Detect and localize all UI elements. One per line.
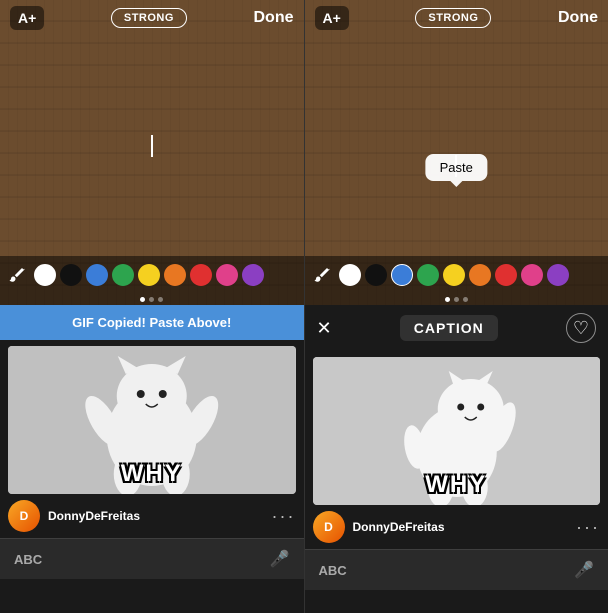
caption-bar: ✕ CAPTION ♡ — [305, 305, 608, 351]
left-gif-image: WHY — [8, 346, 296, 494]
right-color-orange[interactable] — [469, 264, 491, 286]
left-color-blue[interactable] — [86, 264, 108, 286]
left-topbar: A+ STRONG Done — [0, 0, 304, 36]
left-text-size-button[interactable]: A+ — [10, 6, 44, 30]
left-text-cursor — [151, 135, 153, 157]
paste-tooltip-text: Paste — [440, 160, 473, 175]
left-color-black[interactable] — [60, 264, 82, 286]
left-color-palette — [0, 256, 304, 294]
left-color-purple[interactable] — [242, 264, 264, 286]
left-color-yellow[interactable] — [138, 264, 160, 286]
left-color-white[interactable] — [34, 264, 56, 286]
left-canvas[interactable] — [0, 36, 304, 256]
right-indicator-2 — [454, 297, 459, 302]
left-color-pink[interactable] — [216, 264, 238, 286]
right-color-black[interactable] — [365, 264, 387, 286]
right-indicator-3 — [463, 297, 468, 302]
left-abc-label: ABC — [14, 552, 42, 567]
left-bottom-section: GIF Copied! Paste Above! — [0, 305, 304, 613]
right-cat-image: WHY — [313, 357, 601, 505]
right-color-green[interactable] — [417, 264, 439, 286]
right-color-pink[interactable] — [521, 264, 543, 286]
heart-button[interactable]: ♡ — [566, 313, 596, 343]
left-done-button[interactable]: Done — [253, 9, 293, 27]
right-why-text: WHY — [425, 471, 487, 499]
left-text-size-icon: A+ — [18, 10, 36, 26]
right-abc-label: ABC — [319, 563, 347, 578]
right-palette-indicators — [305, 294, 608, 305]
right-user-row: D DonnyDeFreitas ··· — [305, 505, 608, 549]
right-gif-container: WHY — [305, 351, 608, 505]
right-panel: A+ STRONG Done Paste — [305, 0, 608, 613]
right-brush-icon[interactable] — [311, 264, 333, 286]
left-color-green[interactable] — [112, 264, 134, 286]
right-color-blue[interactable] — [391, 264, 413, 286]
right-color-purple[interactable] — [547, 264, 569, 286]
left-user-info: D DonnyDeFreitas — [8, 500, 140, 532]
right-style-button[interactable]: STRONG — [415, 8, 491, 28]
caption-label[interactable]: CAPTION — [400, 315, 498, 341]
right-avatar: D — [313, 511, 345, 543]
right-topbar: A+ STRONG Done — [305, 0, 608, 36]
right-color-white[interactable] — [339, 264, 361, 286]
caption-close-button[interactable]: ✕ — [317, 319, 332, 337]
right-keyboard-bar: ABC 🎤 — [305, 549, 608, 590]
paste-tooltip[interactable]: Paste — [426, 154, 487, 181]
left-indicator-2 — [149, 297, 154, 302]
left-notification-bar: GIF Copied! Paste Above! — [0, 305, 304, 340]
right-more-button[interactable]: ··· — [576, 517, 600, 538]
right-gif-image: WHY — [313, 357, 601, 505]
left-panel: A+ STRONG Done — [0, 0, 304, 613]
left-color-orange[interactable] — [164, 264, 186, 286]
left-avatar: D — [8, 500, 40, 532]
left-user-row: D DonnyDeFreitas ··· — [0, 494, 304, 538]
right-canvas[interactable]: Paste — [305, 36, 608, 256]
left-why-text: WHY — [121, 460, 183, 488]
right-indicator-1 — [445, 297, 450, 302]
left-palette-indicators — [0, 294, 304, 305]
right-mic-icon[interactable]: 🎤 — [574, 560, 594, 580]
left-indicator-3 — [158, 297, 163, 302]
left-cat-image: WHY — [8, 346, 296, 494]
left-more-button[interactable]: ··· — [272, 506, 296, 527]
right-bottom-section: ✕ CAPTION ♡ — [305, 305, 608, 613]
right-text-size-icon: A+ — [323, 10, 341, 26]
left-color-red[interactable] — [190, 264, 212, 286]
right-user-info: D DonnyDeFreitas — [313, 511, 445, 543]
left-style-button[interactable]: STRONG — [111, 8, 187, 28]
right-color-red[interactable] — [495, 264, 517, 286]
right-color-yellow[interactable] — [443, 264, 465, 286]
left-indicator-1 — [140, 297, 145, 302]
left-keyboard-bar: ABC 🎤 — [0, 538, 304, 579]
right-done-button[interactable]: Done — [558, 9, 598, 27]
left-gif-container: WHY — [0, 340, 304, 494]
right-editor-area: A+ STRONG Done Paste — [305, 0, 608, 305]
right-username: DonnyDeFreitas — [353, 520, 445, 534]
left-mic-icon[interactable]: 🎤 — [270, 549, 290, 569]
left-username: DonnyDeFreitas — [48, 509, 140, 523]
right-text-size-button[interactable]: A+ — [315, 6, 349, 30]
left-notification-text: GIF Copied! Paste Above! — [72, 315, 231, 330]
right-color-palette — [305, 256, 608, 294]
left-brush-icon[interactable] — [6, 264, 28, 286]
left-editor-area: A+ STRONG Done — [0, 0, 304, 305]
